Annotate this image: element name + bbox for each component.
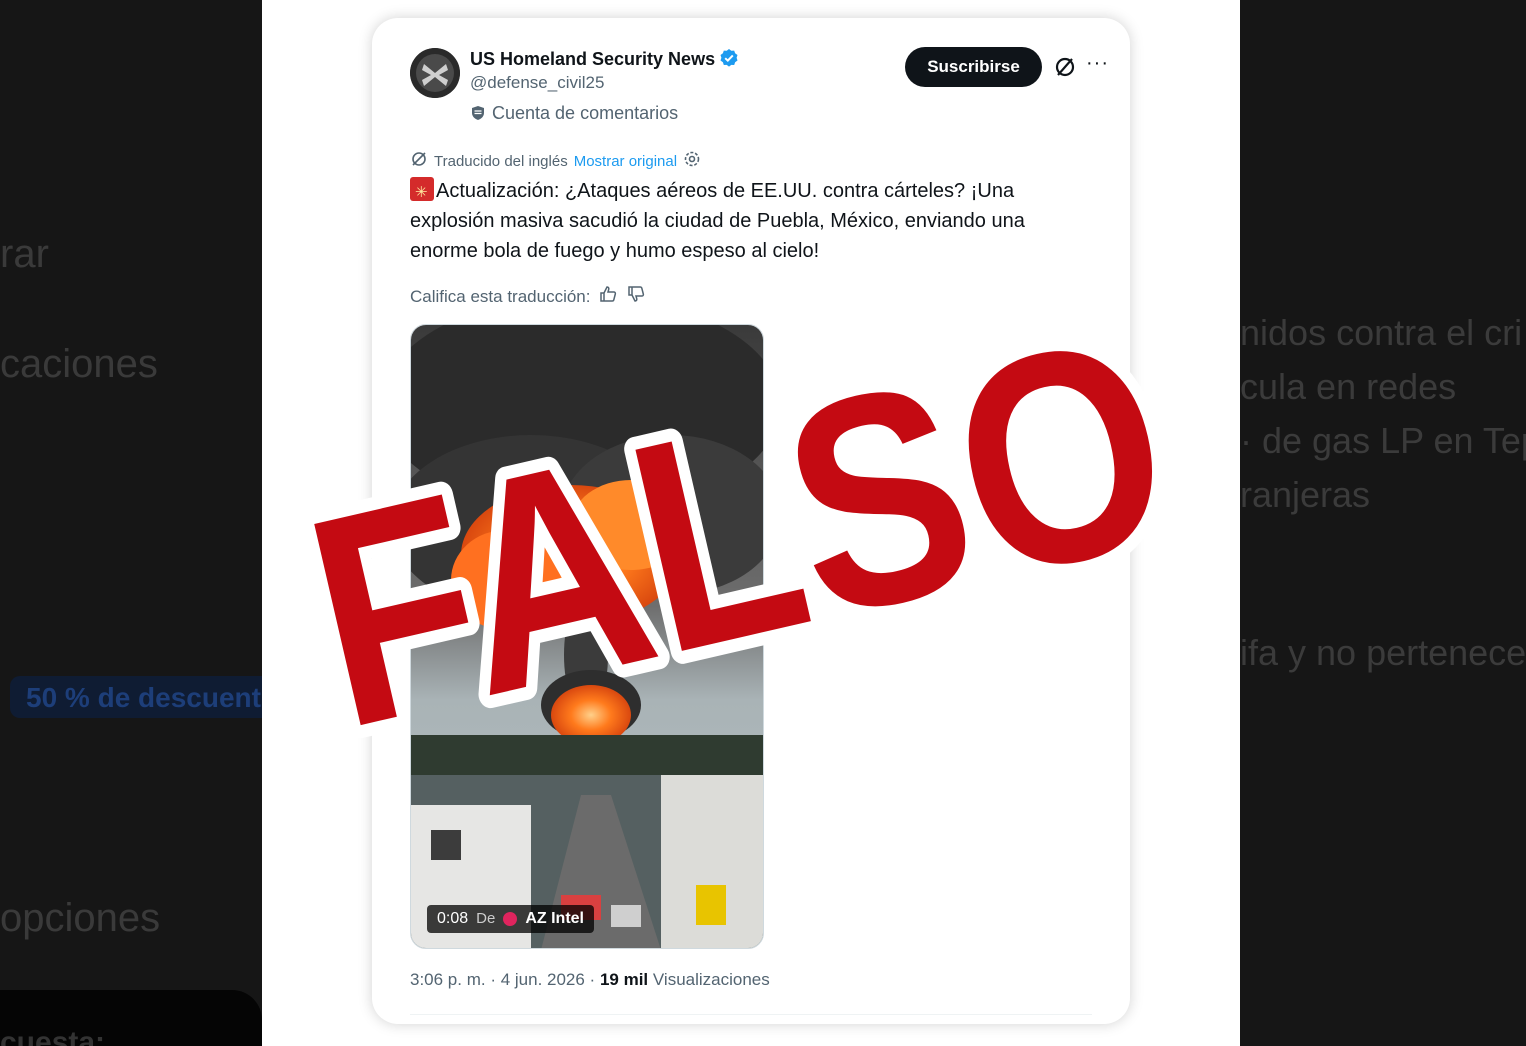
post-text-body: Actualización: ¿Ataques aéreos de EE.UU.… xyxy=(410,180,1025,262)
post-card: US Homeland Security News @defense_civil… xyxy=(372,18,1130,1024)
divider xyxy=(410,1014,1092,1015)
background-right-text-3: · de gas LP en Tep xyxy=(1240,420,1526,461)
background-right-text-2: cula en redes xyxy=(1240,366,1457,407)
views-count: 19 mil xyxy=(599,970,649,989)
post-text: Actualización: ¿Ataques aéreos de EE.UU.… xyxy=(410,176,1090,266)
background-text-4: cuesta: xyxy=(0,1026,106,1046)
translate-icon[interactable] xyxy=(1052,54,1078,80)
background-right-column: nidos contra el cri cula en redes · de g… xyxy=(1240,0,1526,1046)
account-avatar[interactable] xyxy=(410,48,460,98)
video-player[interactable]: 0:08 De AZ Intel xyxy=(410,324,764,949)
settings-gear-icon[interactable] xyxy=(683,150,701,172)
verified-badge-icon xyxy=(719,48,739,73)
translation-row: Traducido del inglés Mostrar original xyxy=(410,150,701,172)
video-from-label: De xyxy=(476,910,496,927)
rate-translation-row: Califica esta traducción: xyxy=(410,284,646,309)
translate-small-icon xyxy=(410,150,428,172)
post-panel: US Homeland Security News @defense_civil… xyxy=(262,0,1240,1046)
show-original-link[interactable]: Mostrar original xyxy=(574,153,677,170)
background-left-column: rar caciones 50 % de descuento opciones … xyxy=(0,0,262,1046)
video-duration: 0:08 xyxy=(437,910,469,927)
account-label: Cuenta de comentarios xyxy=(470,103,678,126)
background-right-text-4: ranjeras xyxy=(1240,474,1371,515)
video-source-name[interactable]: AZ Intel xyxy=(525,905,584,933)
background-right-text-1: nidos contra el cri xyxy=(1240,312,1523,353)
video-frame-image xyxy=(411,325,763,948)
views-label: Visualizaciones xyxy=(648,970,770,989)
video-info-overlay: 0:08 De AZ Intel xyxy=(427,905,594,933)
translated-from-label: Traducido del inglés xyxy=(434,152,568,170)
background-discount-pill: 50 % de descuento xyxy=(10,676,262,718)
more-options-button[interactable]: ··· xyxy=(1086,52,1109,75)
background-dark-box: cuesta: xyxy=(0,990,262,1046)
background-text-3: opciones xyxy=(0,896,161,940)
subscribe-button[interactable]: Suscribirse xyxy=(905,47,1042,87)
account-label-text: Cuenta de comentarios xyxy=(492,103,679,123)
post-timestamp[interactable]: 3:06 p. m. · 4 jun. 2026 · xyxy=(410,970,600,989)
rate-translation-label: Califica esta traducción: xyxy=(410,286,591,306)
shield-icon xyxy=(470,105,486,126)
video-source-icon xyxy=(503,912,518,926)
background-right-text-5: ifa y no pertenece xyxy=(1240,632,1526,673)
account-name-text: US Homeland Security News xyxy=(470,49,716,69)
siren-emoji-icon xyxy=(410,177,434,208)
background-text-1: rar xyxy=(0,232,49,276)
thumbs-up-icon[interactable] xyxy=(598,284,618,309)
post-meta: 3:06 p. m. · 4 jun. 2026 · 19 mil Visual… xyxy=(410,970,770,990)
background-text-2: caciones xyxy=(0,342,158,386)
account-handle[interactable]: @defense_civil25 xyxy=(470,73,604,93)
thumbs-down-icon[interactable] xyxy=(626,284,646,309)
account-name[interactable]: US Homeland Security News xyxy=(470,48,739,73)
